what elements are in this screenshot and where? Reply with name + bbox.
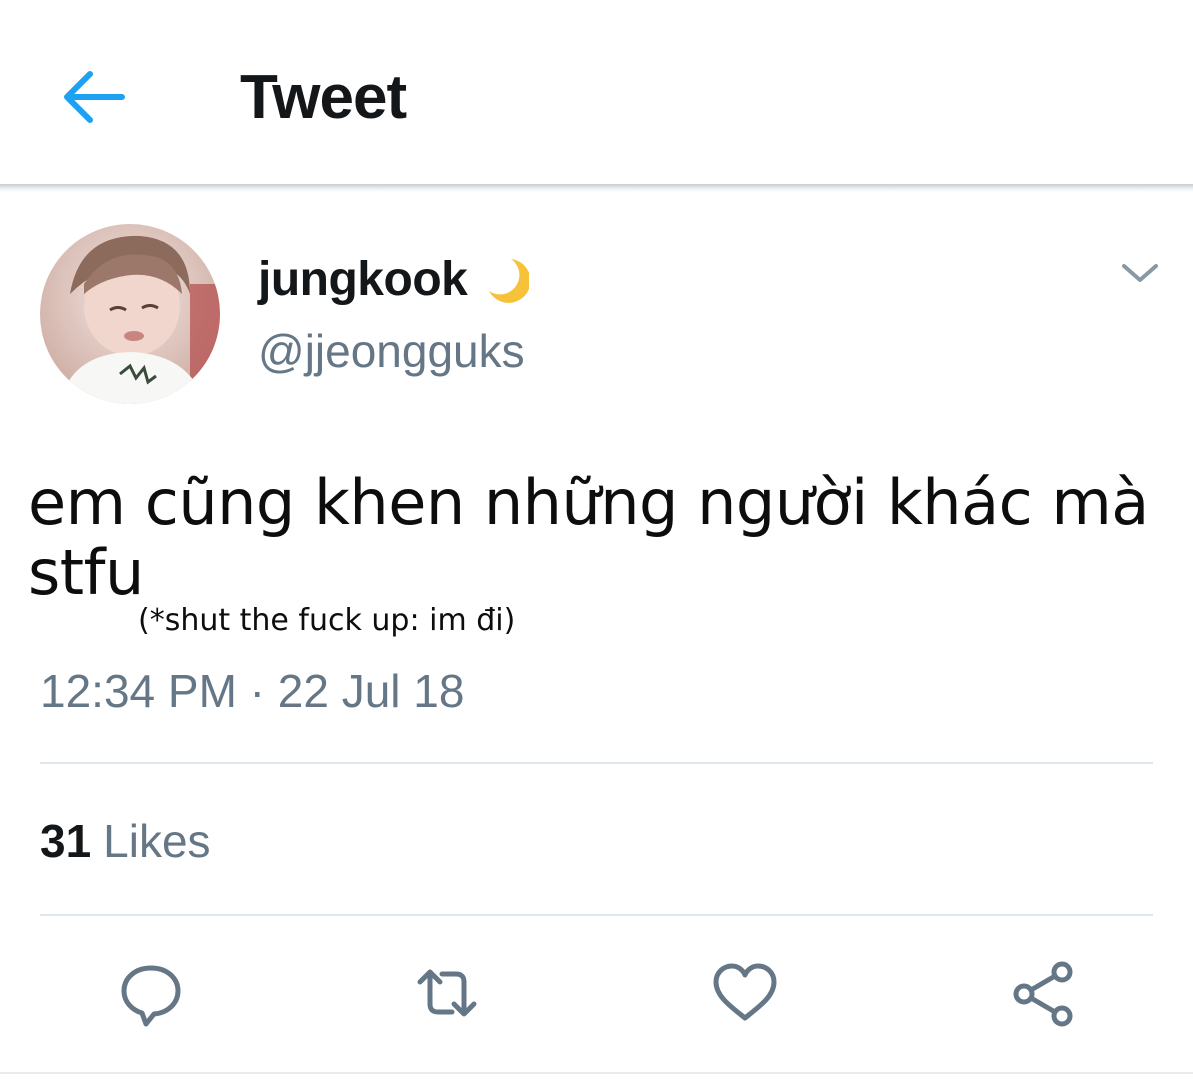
share-icon xyxy=(1013,961,1073,1027)
tweet-timestamp[interactable]: 12:34 PM · 22 Jul 18 xyxy=(40,664,464,718)
chevron-down-icon[interactable] xyxy=(1118,258,1162,288)
back-button[interactable] xyxy=(56,62,132,132)
heart-icon xyxy=(713,963,777,1021)
arrow-left-icon xyxy=(64,71,125,123)
header-divider xyxy=(0,184,1193,192)
avatar-image xyxy=(40,224,220,404)
divider xyxy=(0,1072,1193,1074)
author-handle[interactable]: @jjeongguks xyxy=(258,324,525,378)
divider xyxy=(40,762,1153,764)
likes-label: Likes xyxy=(103,815,211,867)
retweet-button[interactable] xyxy=(412,958,482,1028)
likes-stat[interactable]: 31 Likes xyxy=(40,814,211,868)
author-name-row: jungkook xyxy=(258,252,530,307)
top-bar: Tweet xyxy=(0,0,1193,186)
author-display-name[interactable]: jungkook xyxy=(258,252,468,307)
like-button[interactable] xyxy=(710,958,780,1028)
avatar[interactable] xyxy=(40,224,220,404)
likes-count: 31 xyxy=(40,815,92,867)
share-button[interactable] xyxy=(1010,958,1080,1028)
tweet-text: em cũng khen những người khác mà stfu xyxy=(28,466,1149,609)
reply-icon xyxy=(121,965,181,1027)
translation-note: (*shut the fuck up: im đi) xyxy=(138,603,516,638)
retweet-icon xyxy=(417,969,477,1017)
page-title: Tweet xyxy=(240,63,407,132)
crescent-moon-icon xyxy=(489,258,530,303)
reply-button[interactable] xyxy=(116,958,186,1028)
divider xyxy=(40,914,1153,916)
